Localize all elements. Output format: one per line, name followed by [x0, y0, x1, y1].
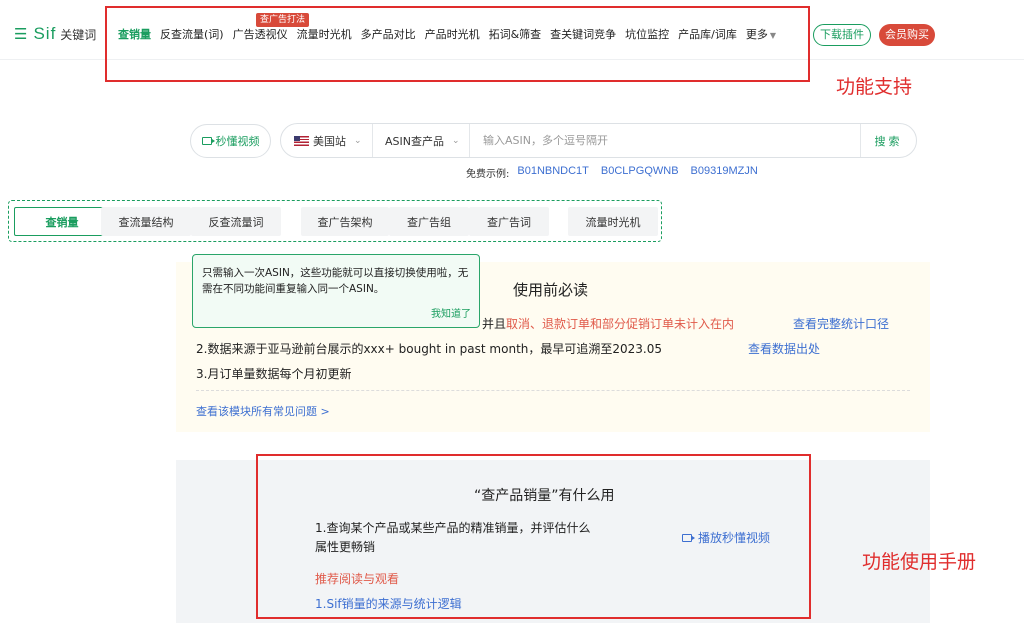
tab-ad-group[interactable]: 查广告组: [389, 207, 469, 236]
free-examples: 免费示例: B01NBNDC1T B0CLPGQWNB B09319MZJN: [466, 165, 758, 180]
tab-traffic-timemachine[interactable]: 流量时光机: [568, 207, 658, 236]
annotation-box-features: [105, 6, 810, 82]
notice-title: 使用前必读: [513, 281, 589, 299]
logo[interactable]: ☰ Sif 关键词: [14, 24, 96, 44]
tip-dismiss-button[interactable]: 我知道了: [431, 305, 471, 320]
notice-line-3: 3.月订单量数据每个月初更新: [196, 367, 352, 381]
faq-link[interactable]: 查看该模块所有常见问题 >: [196, 403, 330, 419]
logo-subtitle: 关键词: [60, 27, 97, 42]
example-asin-link[interactable]: B09319MZJN: [691, 165, 758, 180]
tab-ad-words[interactable]: 查广告词: [469, 207, 549, 236]
download-plugin-button[interactable]: 下载插件: [813, 24, 871, 46]
asin-search-input[interactable]: [470, 124, 860, 157]
example-asin-link[interactable]: B0CLPGQWNB: [601, 165, 679, 180]
annotation-label-features: 功能支持: [836, 76, 913, 98]
notice-line-2: 2.数据来源于亚马逊前台展示的xxx+ bought in past month…: [196, 342, 662, 356]
notice-line-1-normal: 并且: [482, 317, 507, 331]
quick-video-label: 秒懂视频: [215, 135, 260, 148]
annotation-label-manual: 功能使用手册: [862, 551, 977, 573]
tab-sales[interactable]: 查销量: [14, 207, 110, 236]
logo-name: Sif: [33, 24, 57, 43]
annotation-box-manual: [256, 454, 811, 619]
search-mode-selector[interactable]: ASIN查产品 ⌄: [373, 124, 470, 157]
notice-divider: [196, 390, 910, 391]
menu-icon[interactable]: ☰: [14, 24, 27, 44]
site-selector-value: 美国站: [313, 134, 346, 148]
tab-ad-structure[interactable]: 查广告架构: [301, 207, 389, 236]
tab-reverse-traffic-words[interactable]: 反查流量词: [191, 207, 281, 236]
chevron-down-icon: ⌄: [451, 135, 460, 146]
notice-line-1: 并且取消、退款订单和部分促销订单未计入在内: [482, 315, 734, 332]
example-asin-link[interactable]: B01NBNDC1T: [517, 165, 589, 180]
search-mode-value: ASIN查产品: [385, 134, 444, 148]
data-source-link[interactable]: 查看数据出处: [748, 340, 820, 357]
search-button[interactable]: 搜索: [860, 124, 916, 157]
full-stats-link[interactable]: 查看完整统计口径: [793, 315, 889, 332]
chevron-down-icon: ⌄: [354, 135, 362, 146]
video-camera-icon: [201, 137, 215, 145]
us-flag-icon: [294, 135, 309, 146]
free-examples-label: 免费示例:: [466, 169, 510, 180]
tip-text: 只需输入一次ASIN，这些功能就可以直接切换使用啦，无需在不同功能间重复输入同一…: [202, 267, 469, 295]
search-bar: 美国站 ⌄ ASIN查产品 ⌄ 搜索: [280, 123, 917, 158]
function-tabs: 查销量 查流量结构 反查流量词 查广告架构 查广告组 查广告词 流量时光机: [8, 200, 662, 242]
quick-video-button[interactable]: 秒懂视频: [190, 124, 271, 158]
notice-line-1-highlight: 取消、退款订单和部分促销订单未计入在内: [506, 317, 735, 331]
asin-tip-popover: 只需输入一次ASIN，这些功能就可以直接切换使用啦，无需在不同功能间重复输入同一…: [192, 254, 480, 328]
tab-traffic-structure[interactable]: 查流量结构: [101, 207, 191, 236]
buy-membership-button[interactable]: 会员购买: [879, 24, 935, 46]
site-selector[interactable]: 美国站 ⌄: [281, 124, 373, 157]
